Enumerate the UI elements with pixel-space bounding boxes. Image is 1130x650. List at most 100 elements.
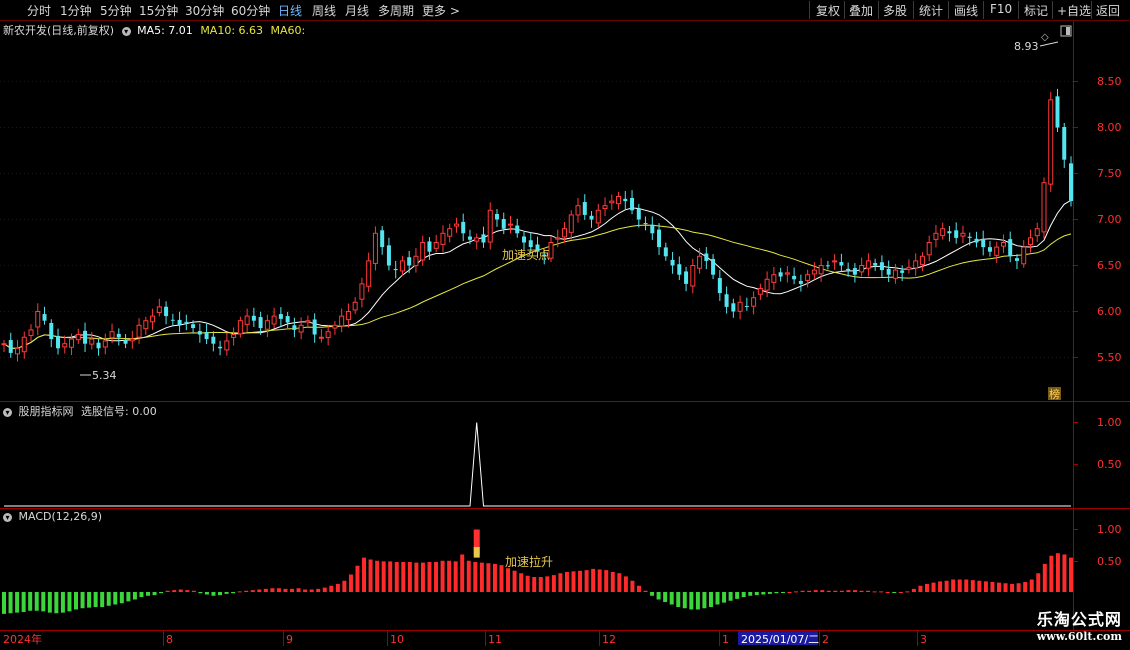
macd-bar [558,573,563,592]
macd-bar [185,590,190,592]
candle-body [298,324,304,333]
macd-bar [139,592,144,597]
candle-body [352,301,358,311]
macd-bar [951,579,956,592]
candle-body [981,238,986,248]
candle-body [515,225,520,234]
macd-bar [218,592,223,596]
candle-body [339,315,345,327]
candle-body [35,311,41,328]
price-tick: 5.50 [1097,351,1122,364]
candle-body [164,306,169,317]
watermark: 乐淘公式网 www.60lt.com [1037,606,1122,643]
stock-chart[interactable]: 8.50 8.00 7.50 7.00 6.50 6.00 5.50 1.00 … [0,0,1130,650]
macd-bar [780,592,785,593]
candle-body [170,319,175,321]
macd-bar [1055,553,1060,592]
macd-bar [211,592,216,596]
macd-bar [643,590,648,592]
candle-body [859,265,865,273]
candle-body [731,303,736,312]
candle-body [318,336,324,339]
macd-bar [597,569,602,592]
macd-bar [21,592,26,612]
macd-bar [283,588,288,592]
candle-body [393,268,398,271]
candle-body [1027,237,1033,245]
candle-body [521,236,526,243]
candle-body [913,260,919,269]
candle-body [75,334,81,341]
candle-body [636,208,641,220]
candle-body [940,228,946,237]
macd-bar [499,565,504,592]
candle-body [305,320,311,323]
candle-body [359,283,365,300]
candle-body [933,232,939,240]
macd-bar [348,574,353,592]
macd-tick: 1.00 [1097,523,1122,536]
price-tick: 6.50 [1097,259,1122,272]
candle-body [737,301,743,312]
candle-body [440,232,446,245]
candle-body [83,330,88,344]
candle-body [1048,99,1054,185]
candle-body [792,275,797,280]
date-label: 8 [166,633,173,646]
macd-bar [74,592,79,610]
macd-bar [447,560,452,592]
candle-body [1069,163,1073,202]
diamond-icon[interactable]: ◇ [1041,32,1049,43]
low-price-label: 5.34 [92,369,117,382]
candle-body [156,306,162,313]
candle-body [778,272,783,277]
macd-bar [689,592,694,610]
candle-body [1034,228,1040,237]
candle-body [994,246,1000,256]
macd-bar [970,580,975,592]
macd-bar [708,592,713,607]
macd-bar [813,590,818,592]
macd-bar [407,562,412,592]
macd-bar [905,591,910,593]
date-label: 2024年 [3,632,42,646]
candle-body [312,319,317,335]
candle-body [258,317,263,329]
candle-body [582,202,587,215]
macd-bar [172,590,177,592]
macd-bar [414,562,419,592]
macd-bar [152,592,157,596]
candle-body [481,234,486,243]
macd-bar [342,580,347,592]
date-label: 3 [920,633,927,646]
macd-bar [440,560,445,592]
candle-body [204,332,209,340]
watermark-url: www.60lt.com [1036,630,1122,643]
macd-bar [93,592,98,607]
cursor-date-label: 2025/01/07/二 [741,633,819,646]
macd-bar [839,590,844,592]
candle-body [494,213,499,220]
macd-bar [309,589,314,592]
macd-bar [977,580,982,592]
macd-bar [911,588,916,592]
candle-body [42,314,47,321]
candle-body [967,236,972,238]
macd-bar [591,568,596,592]
candle-body [879,262,884,271]
macd-bar [434,562,439,592]
macd-bar [695,592,700,610]
price-tick: 8.50 [1097,75,1122,88]
macd-bar [1069,557,1073,592]
macd-bar [159,592,164,594]
macd-bar [54,592,59,614]
candle-body [366,260,372,287]
candle-body [380,230,385,248]
macd-bar [551,575,556,592]
candle-body [784,272,790,275]
candle-body [218,346,223,349]
candle-body [865,260,871,269]
candle-body [69,338,75,348]
candle-body [345,311,351,321]
candle-body [211,336,216,344]
